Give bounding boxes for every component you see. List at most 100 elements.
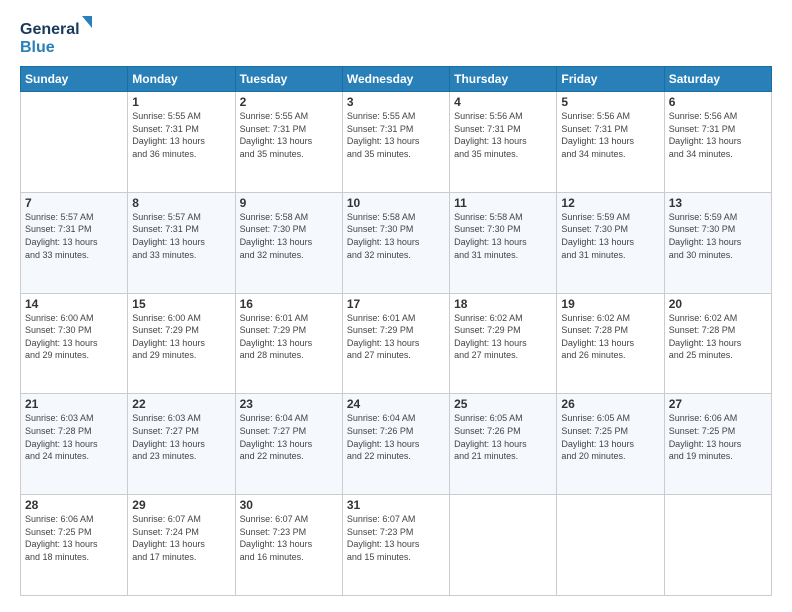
day-info: Sunrise: 6:00 AM Sunset: 7:30 PM Dayligh… (25, 312, 123, 362)
day-info: Sunrise: 6:07 AM Sunset: 7:23 PM Dayligh… (240, 513, 338, 563)
calendar-cell: 31Sunrise: 6:07 AM Sunset: 7:23 PM Dayli… (342, 495, 449, 596)
day-info: Sunrise: 6:07 AM Sunset: 7:23 PM Dayligh… (347, 513, 445, 563)
calendar-cell (557, 495, 664, 596)
calendar-cell: 26Sunrise: 6:05 AM Sunset: 7:25 PM Dayli… (557, 394, 664, 495)
calendar-cell: 29Sunrise: 6:07 AM Sunset: 7:24 PM Dayli… (128, 495, 235, 596)
day-info: Sunrise: 5:56 AM Sunset: 7:31 PM Dayligh… (561, 110, 659, 160)
day-number: 21 (25, 397, 123, 411)
header: GeneralBlue (20, 16, 772, 56)
day-number: 2 (240, 95, 338, 109)
day-number: 25 (454, 397, 552, 411)
calendar-cell: 14Sunrise: 6:00 AM Sunset: 7:30 PM Dayli… (21, 293, 128, 394)
svg-text:General: General (20, 21, 80, 38)
day-number: 15 (132, 297, 230, 311)
calendar-cell: 28Sunrise: 6:06 AM Sunset: 7:25 PM Dayli… (21, 495, 128, 596)
weekday-header-sunday: Sunday (21, 67, 128, 92)
day-info: Sunrise: 5:59 AM Sunset: 7:30 PM Dayligh… (669, 211, 767, 261)
day-number: 17 (347, 297, 445, 311)
weekday-header-friday: Friday (557, 67, 664, 92)
calendar-week-row: 7 Sunrise: 5:57 AM Sunset: 7:31 PM Daylig… (21, 192, 772, 293)
calendar-cell: 11Sunrise: 5:58 AM Sunset: 7:30 PM Dayli… (450, 192, 557, 293)
day-info: Sunrise: 6:02 AM Sunset: 7:28 PM Dayligh… (561, 312, 659, 362)
day-number: 6 (669, 95, 767, 109)
page: GeneralBlue SundayMondayTuesdayWednesday… (0, 0, 792, 612)
day-info: Sunrise: 6:05 AM Sunset: 7:25 PM Dayligh… (561, 412, 659, 462)
day-number: 13 (669, 196, 767, 210)
day-number: 10 (347, 196, 445, 210)
day-number: 30 (240, 498, 338, 512)
calendar-cell: 4Sunrise: 5:56 AM Sunset: 7:31 PM Daylig… (450, 92, 557, 193)
logo: GeneralBlue (20, 16, 100, 56)
day-number: 9 (240, 196, 338, 210)
day-number: 23 (240, 397, 338, 411)
calendar-cell (21, 92, 128, 193)
day-number: 14 (25, 297, 123, 311)
day-info: Sunrise: 5:58 AM Sunset: 7:30 PM Dayligh… (240, 211, 338, 261)
day-info: Sunrise: 6:02 AM Sunset: 7:29 PM Dayligh… (454, 312, 552, 362)
calendar-cell: 15Sunrise: 6:00 AM Sunset: 7:29 PM Dayli… (128, 293, 235, 394)
calendar-cell: 30Sunrise: 6:07 AM Sunset: 7:23 PM Dayli… (235, 495, 342, 596)
calendar-cell: 5Sunrise: 5:56 AM Sunset: 7:31 PM Daylig… (557, 92, 664, 193)
calendar-cell: 18Sunrise: 6:02 AM Sunset: 7:29 PM Dayli… (450, 293, 557, 394)
logo-icon: GeneralBlue (20, 16, 100, 56)
calendar-cell: 2Sunrise: 5:55 AM Sunset: 7:31 PM Daylig… (235, 92, 342, 193)
calendar-week-row: 28Sunrise: 6:06 AM Sunset: 7:25 PM Dayli… (21, 495, 772, 596)
calendar-cell (450, 495, 557, 596)
calendar-cell: 6Sunrise: 5:56 AM Sunset: 7:31 PM Daylig… (664, 92, 771, 193)
calendar-cell: 19Sunrise: 6:02 AM Sunset: 7:28 PM Dayli… (557, 293, 664, 394)
day-number: 27 (669, 397, 767, 411)
day-info: Sunrise: 5:56 AM Sunset: 7:31 PM Dayligh… (454, 110, 552, 160)
day-number: 26 (561, 397, 659, 411)
day-number: 4 (454, 95, 552, 109)
calendar-cell: 27Sunrise: 6:06 AM Sunset: 7:25 PM Dayli… (664, 394, 771, 495)
calendar-cell: 8Sunrise: 5:57 AM Sunset: 7:31 PM Daylig… (128, 192, 235, 293)
calendar-cell (664, 495, 771, 596)
day-number: 7 (25, 196, 123, 210)
day-info: Sunrise: 6:07 AM Sunset: 7:24 PM Dayligh… (132, 513, 230, 563)
day-number: 29 (132, 498, 230, 512)
day-number: 22 (132, 397, 230, 411)
day-number: 18 (454, 297, 552, 311)
day-info: Sunrise: 6:04 AM Sunset: 7:27 PM Dayligh… (240, 412, 338, 462)
day-info: Sunrise: 5:59 AM Sunset: 7:30 PM Dayligh… (561, 211, 659, 261)
day-info: Sunrise: 6:06 AM Sunset: 7:25 PM Dayligh… (669, 412, 767, 462)
calendar-week-row: 14Sunrise: 6:00 AM Sunset: 7:30 PM Dayli… (21, 293, 772, 394)
calendar-cell: 23Sunrise: 6:04 AM Sunset: 7:27 PM Dayli… (235, 394, 342, 495)
day-info: Sunrise: 5:57 AM Sunset: 7:31 PM Dayligh… (132, 211, 230, 261)
day-info: Sunrise: 5:55 AM Sunset: 7:31 PM Dayligh… (132, 110, 230, 160)
day-info: Sunrise: 6:01 AM Sunset: 7:29 PM Dayligh… (240, 312, 338, 362)
calendar-cell: 24Sunrise: 6:04 AM Sunset: 7:26 PM Dayli… (342, 394, 449, 495)
day-number: 28 (25, 498, 123, 512)
weekday-header-row: SundayMondayTuesdayWednesdayThursdayFrid… (21, 67, 772, 92)
day-number: 19 (561, 297, 659, 311)
calendar-cell: 17Sunrise: 6:01 AM Sunset: 7:29 PM Dayli… (342, 293, 449, 394)
day-info: Sunrise: 5:55 AM Sunset: 7:31 PM Dayligh… (240, 110, 338, 160)
day-info: Sunrise: 5:58 AM Sunset: 7:30 PM Dayligh… (347, 211, 445, 261)
calendar-cell: 3Sunrise: 5:55 AM Sunset: 7:31 PM Daylig… (342, 92, 449, 193)
weekday-header-thursday: Thursday (450, 67, 557, 92)
calendar-cell: 9Sunrise: 5:58 AM Sunset: 7:30 PM Daylig… (235, 192, 342, 293)
calendar-week-row: 21Sunrise: 6:03 AM Sunset: 7:28 PM Dayli… (21, 394, 772, 495)
day-number: 1 (132, 95, 230, 109)
weekday-header-tuesday: Tuesday (235, 67, 342, 92)
day-info: Sunrise: 5:55 AM Sunset: 7:31 PM Dayligh… (347, 110, 445, 160)
day-info: Sunrise: 6:00 AM Sunset: 7:29 PM Dayligh… (132, 312, 230, 362)
weekday-header-wednesday: Wednesday (342, 67, 449, 92)
day-info: Sunrise: 5:58 AM Sunset: 7:30 PM Dayligh… (454, 211, 552, 261)
calendar-cell: 20Sunrise: 6:02 AM Sunset: 7:28 PM Dayli… (664, 293, 771, 394)
day-info: Sunrise: 6:04 AM Sunset: 7:26 PM Dayligh… (347, 412, 445, 462)
calendar-cell: 7Sunrise: 5:57 AM Sunset: 7:31 PM Daylig… (21, 192, 128, 293)
calendar-table: SundayMondayTuesdayWednesdayThursdayFrid… (20, 66, 772, 596)
day-number: 12 (561, 196, 659, 210)
calendar-cell: 12Sunrise: 5:59 AM Sunset: 7:30 PM Dayli… (557, 192, 664, 293)
calendar-cell: 22Sunrise: 6:03 AM Sunset: 7:27 PM Dayli… (128, 394, 235, 495)
day-number: 24 (347, 397, 445, 411)
svg-text:Blue: Blue (20, 39, 55, 56)
calendar-cell: 1Sunrise: 5:55 AM Sunset: 7:31 PM Daylig… (128, 92, 235, 193)
day-number: 5 (561, 95, 659, 109)
day-number: 20 (669, 297, 767, 311)
day-info: Sunrise: 5:56 AM Sunset: 7:31 PM Dayligh… (669, 110, 767, 160)
calendar-cell: 13Sunrise: 5:59 AM Sunset: 7:30 PM Dayli… (664, 192, 771, 293)
calendar-cell: 21Sunrise: 6:03 AM Sunset: 7:28 PM Dayli… (21, 394, 128, 495)
day-number: 11 (454, 196, 552, 210)
